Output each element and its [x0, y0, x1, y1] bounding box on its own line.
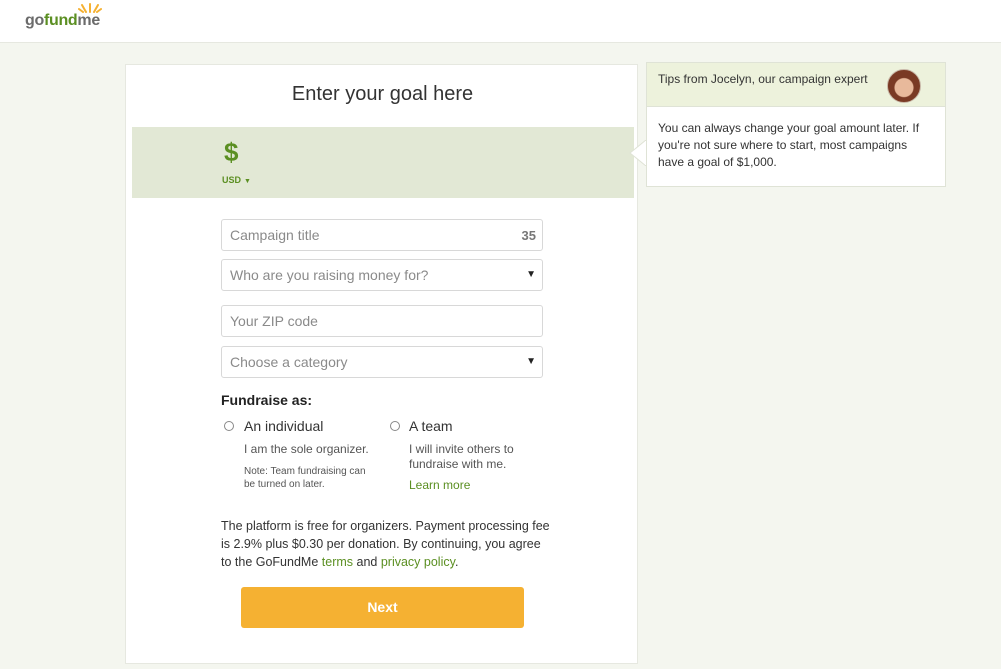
disclaimer-line1: The platform is free for organizers. Pay… — [221, 519, 550, 533]
learn-more-link[interactable]: Learn more — [409, 478, 470, 492]
gofundme-logo[interactable]: gofundme — [25, 3, 103, 30]
next-button[interactable]: Next — [241, 587, 524, 628]
team-desc-line2: fundraise with me. — [409, 457, 507, 471]
team-desc-line1: I will invite others to — [409, 442, 514, 456]
top-bar: gofundme — [0, 0, 1001, 43]
goal-heading: Enter your goal here — [291, 83, 474, 105]
campaign-title-input[interactable]: Campaign title 35 — [221, 219, 543, 251]
dropdown-arrow-icon: ▼ — [526, 269, 536, 280]
beneficiary-placeholder: Who are you raising money for? — [230, 267, 429, 283]
disclaimer-end: . — [454, 555, 459, 569]
logo-burst-icon — [78, 3, 103, 13]
terms-link[interactable]: terms — [322, 555, 353, 569]
disclaimer-line2: is 2.9% plus $0.30 per donation. By cont… — [221, 537, 541, 551]
campaign-title-placeholder: Campaign title — [230, 227, 320, 243]
disclaimer-line3: to the GoFundMe terms and privacy policy… — [221, 553, 551, 571]
tips-panel: Tips from Jocelyn, our campaign expert Y… — [646, 62, 946, 187]
category-select[interactable]: Choose a category ▼ — [221, 346, 543, 378]
expert-avatar — [887, 69, 921, 103]
tips-title: Tips from Jocelyn, our campaign expert — [658, 72, 868, 86]
tips-line3: have a goal of $1,000. — [658, 155, 777, 169]
disclaimer-prefix: to the GoFundMe — [221, 555, 322, 569]
logo-me-text: me — [77, 12, 100, 29]
individual-option-desc: I am the sole organizer. — [244, 442, 369, 456]
fee-disclaimer: The platform is free for organizers. Pay… — [221, 517, 551, 571]
zip-code-placeholder: Your ZIP code — [230, 313, 318, 329]
tips-pointer — [629, 140, 646, 166]
tips-header: Tips from Jocelyn, our campaign expert — [647, 63, 945, 107]
logo-me: me — [77, 3, 103, 29]
team-option-title[interactable]: A team — [409, 418, 453, 434]
currency-code: USD — [222, 175, 242, 185]
individual-radio[interactable] — [224, 421, 234, 431]
currency-symbol: $ — [224, 137, 239, 167]
beneficiary-select[interactable]: Who are you raising money for? ▼ — [221, 259, 543, 291]
fundraise-as-label: Fundraise as: — [221, 392, 313, 408]
privacy-policy-link[interactable]: privacy policy — [381, 555, 455, 569]
tips-line2: you're not sure where to start, most cam… — [658, 138, 908, 152]
individual-note-line2: be turned on later. — [244, 479, 325, 490]
caret-down-icon: ▼ — [244, 178, 251, 185]
character-count: 35 — [521, 228, 536, 243]
logo-fund: fund — [43, 12, 78, 29]
goal-amount-field[interactable]: $ USD ▼ — [132, 127, 634, 198]
tips-line1: You can always change your goal amount l… — [658, 121, 920, 135]
zip-code-input[interactable]: Your ZIP code — [221, 305, 543, 337]
logo-go: go — [25, 12, 44, 29]
currency-selector[interactable]: USD ▼ — [222, 175, 251, 185]
individual-note-line1: Note: Team fundraising can — [244, 466, 366, 477]
goal-card: Enter your goal here $ USD ▼ Campaign tit… — [125, 64, 638, 664]
category-placeholder: Choose a category — [230, 354, 348, 370]
disclaimer-and: and — [353, 555, 381, 569]
individual-option-title[interactable]: An individual — [244, 418, 323, 434]
tips-body: You can always change your goal amount l… — [658, 120, 938, 171]
team-radio[interactable] — [390, 421, 400, 431]
dropdown-arrow-icon: ▼ — [526, 356, 536, 367]
